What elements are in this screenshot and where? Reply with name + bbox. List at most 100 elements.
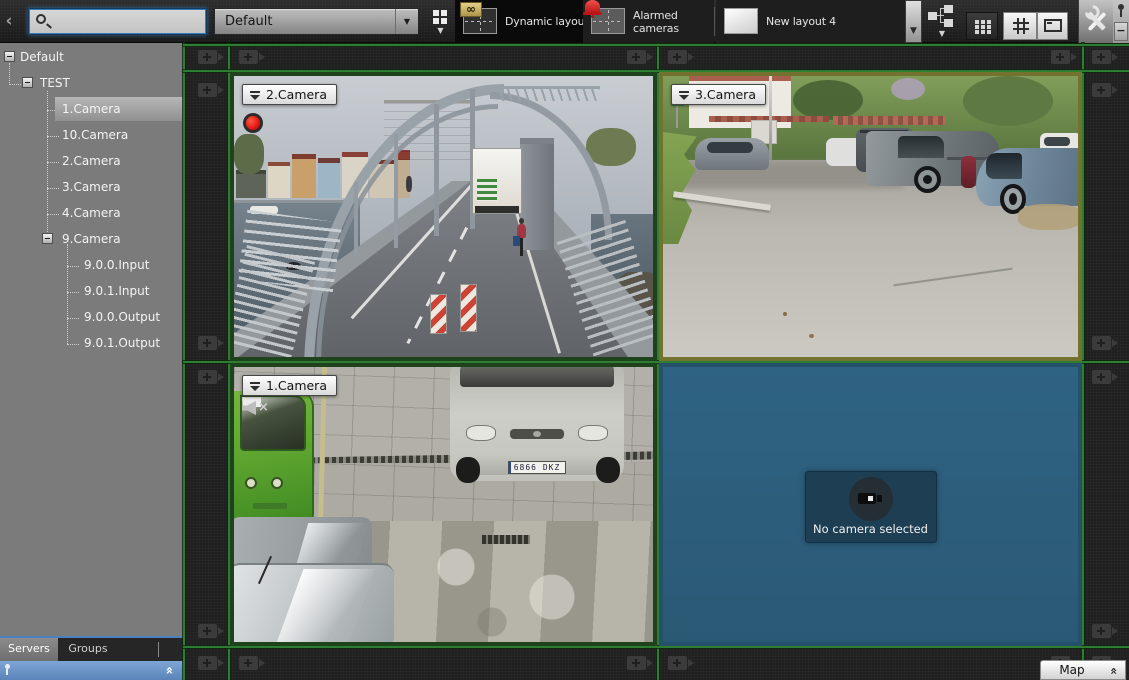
grid-line xyxy=(183,646,1129,648)
add-camera-icon[interactable] xyxy=(198,50,217,64)
empty-camera-tile[interactable]: No camera selected xyxy=(659,363,1082,646)
add-camera-icon[interactable] xyxy=(239,656,258,670)
camera-tile-1[interactable]: 6866 DKZ 1.Camera × xyxy=(230,363,657,646)
search-icon xyxy=(36,14,46,24)
add-camera-icon[interactable] xyxy=(668,50,687,64)
minimize-button[interactable]: − xyxy=(1114,22,1128,41)
add-camera-icon[interactable] xyxy=(668,656,687,670)
search-box xyxy=(28,8,207,35)
layout-group-select[interactable]: Default ▼ xyxy=(214,8,419,35)
add-camera-icon[interactable] xyxy=(1051,50,1070,64)
camera-tile-menu[interactable]: 1.Camera xyxy=(242,375,337,396)
worn-paint xyxy=(384,537,624,637)
recording-indicator xyxy=(243,113,263,133)
vms-application-window: ‹ Default ▼ ▼ ∞ Dynamic layout xyxy=(0,0,1129,680)
view-mode-quad-button[interactable] xyxy=(1003,12,1037,40)
tab-servers[interactable]: Servers xyxy=(0,638,58,661)
add-camera-icon[interactable] xyxy=(1092,83,1111,97)
windshield-glare xyxy=(277,569,376,642)
bridge-truss xyxy=(496,86,600,101)
pin-icon[interactable] xyxy=(1118,4,1124,10)
no-camera-panel: No camera selected xyxy=(805,471,937,543)
tab-groups[interactable]: Groups xyxy=(58,638,118,661)
layout-thumbnail: ∞ xyxy=(463,8,497,34)
camera-tile-menu[interactable]: 3.Camera xyxy=(671,84,766,105)
tab-new-layout-4[interactable]: New layout 4 xyxy=(716,0,905,43)
add-camera-icon[interactable] xyxy=(198,336,217,350)
tab-alarmed-cameras[interactable]: Alarmed cameras xyxy=(583,0,714,43)
view-mode-single-button[interactable] xyxy=(1037,12,1068,40)
chevron-down-icon: ▼ xyxy=(427,26,454,35)
car-windows xyxy=(1044,137,1070,146)
add-camera-icon[interactable] xyxy=(627,50,646,64)
add-camera-icon[interactable] xyxy=(1092,624,1111,638)
add-camera-icon[interactable] xyxy=(198,656,217,670)
tree-item-9-camera[interactable]: 9.Camera xyxy=(0,227,183,251)
add-camera-icon[interactable] xyxy=(627,656,646,670)
leaf xyxy=(809,334,814,338)
tree-expander-icon[interactable] xyxy=(22,77,33,88)
tree-item-9-0-1-output[interactable]: 9.0.1.Output xyxy=(0,331,183,355)
tab-dynamic-layout[interactable]: ∞ Dynamic layout xyxy=(455,0,583,43)
tree-item-test[interactable]: TEST xyxy=(0,71,183,95)
tree-item-3-camera[interactable]: 3.Camera xyxy=(0,175,183,199)
top-toolbar: ‹ Default ▼ ▼ ∞ Dynamic layout xyxy=(0,0,1129,43)
no-camera-message: No camera selected xyxy=(806,522,936,536)
traffic-barrier xyxy=(430,294,447,334)
tree-item-default[interactable]: Default xyxy=(0,45,183,69)
search-input[interactable] xyxy=(53,11,203,32)
tree-expander-icon[interactable] xyxy=(42,233,53,244)
add-camera-icon[interactable] xyxy=(1092,50,1111,64)
camera-name: 2.Camera xyxy=(266,87,327,102)
add-camera-icon[interactable] xyxy=(198,370,217,384)
camera-tile-menu[interactable]: 2.Camera xyxy=(242,84,337,105)
tab-separator xyxy=(158,642,159,657)
camera-name: 1.Camera xyxy=(266,378,327,393)
tree-item-9-0-0-output[interactable]: 9.0.0.Output xyxy=(0,305,183,329)
hierarchy-node-icon xyxy=(944,5,953,13)
layouts-menu-button[interactable]: ▼ xyxy=(427,7,454,39)
tree-expander-icon[interactable] xyxy=(4,51,15,62)
tree-item-2-camera[interactable]: 2.Camera xyxy=(0,149,183,173)
bus-grille xyxy=(253,503,287,509)
layout-hierarchy-button[interactable]: ▼ xyxy=(926,4,958,40)
view-mode-grid-button[interactable] xyxy=(966,12,998,40)
settings-tools-button[interactable] xyxy=(1078,0,1113,43)
pin-icon[interactable] xyxy=(5,664,10,669)
tree-item-9-0-0-input[interactable]: 9.0.0.Input xyxy=(0,253,183,277)
tab-label: Alarmed cameras xyxy=(633,0,705,43)
tree-item-label: 1.Camera xyxy=(62,97,121,121)
bus-headlight xyxy=(271,477,283,489)
windshield xyxy=(460,367,614,387)
grid-3x3-icon xyxy=(975,20,979,24)
add-camera-icon[interactable] xyxy=(239,50,258,64)
panel-footer-bar: « xyxy=(0,661,183,680)
tree-item-4-camera[interactable]: 4.Camera xyxy=(0,201,183,225)
tree-item-9-0-1-input[interactable]: 9.0.1.Input xyxy=(0,279,183,303)
tree-item-label: 4.Camera xyxy=(62,201,121,225)
car-windows xyxy=(707,142,753,153)
grid-hash-icon xyxy=(1013,18,1029,34)
tree-item-10-camera[interactable]: 10.Camera xyxy=(0,123,183,147)
add-camera-icon[interactable] xyxy=(198,624,217,638)
mute-indicator[interactable]: × xyxy=(242,400,272,416)
chevron-down-icon[interactable]: ▼ xyxy=(395,9,418,34)
camera-tile-2[interactable]: 2.Camera xyxy=(230,72,657,361)
headlight xyxy=(466,425,496,441)
wheel xyxy=(456,457,480,483)
blue-sedan xyxy=(976,148,1078,206)
collapse-panel-left-icon[interactable]: ‹ xyxy=(2,10,16,32)
camera-tile-3[interactable]: 3.Camera xyxy=(659,72,1082,361)
silver-car-roof xyxy=(234,563,394,642)
collapse-up-icon[interactable]: « xyxy=(161,666,176,674)
truck-undercarriage xyxy=(475,206,519,213)
camera-video-2: 2.Camera xyxy=(234,76,653,357)
tab-scroll-button[interactable]: ▼ xyxy=(905,0,922,43)
tree-item-1-camera[interactable]: 1.Camera xyxy=(0,97,183,121)
add-camera-icon[interactable] xyxy=(198,83,217,97)
windshield-glare xyxy=(296,523,369,567)
add-camera-icon[interactable] xyxy=(1092,370,1111,384)
map-panel-button[interactable]: Map « xyxy=(1040,660,1126,680)
hierarchy-link xyxy=(940,8,941,23)
add-camera-icon[interactable] xyxy=(1092,336,1111,350)
